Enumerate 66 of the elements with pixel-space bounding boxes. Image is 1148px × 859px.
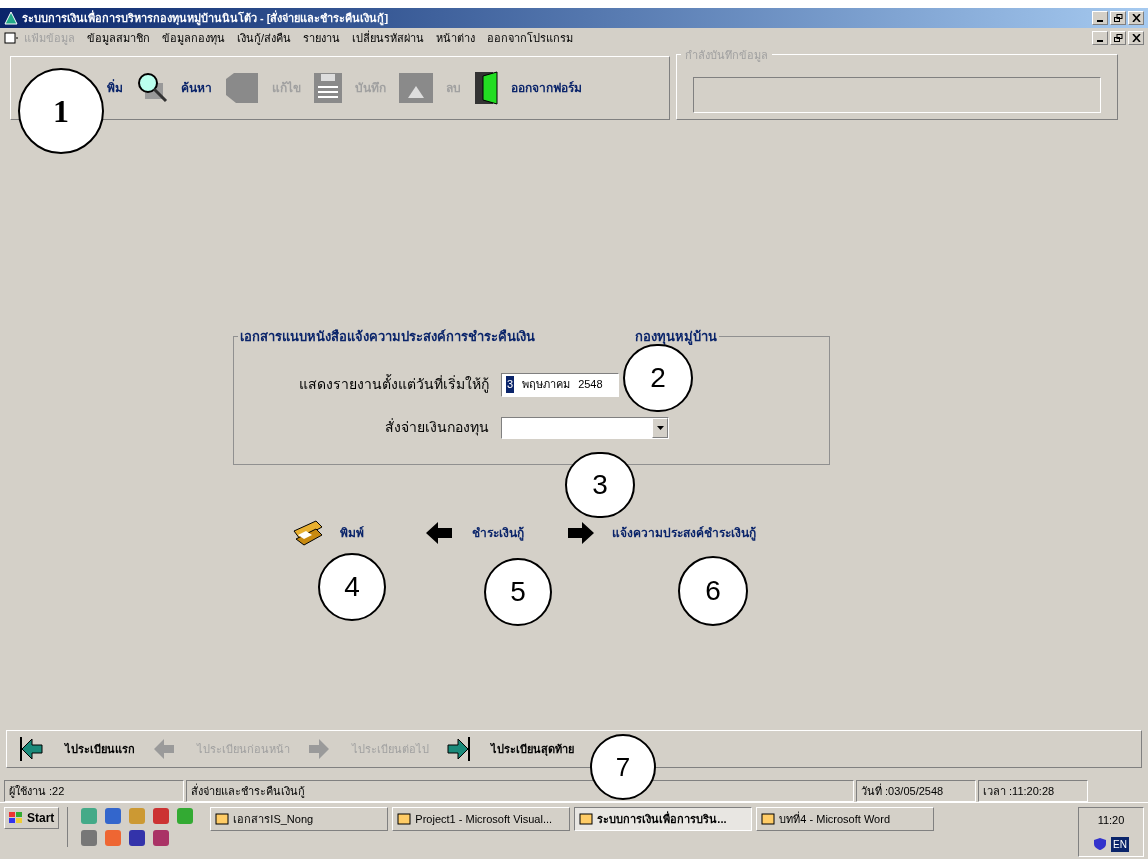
right-arrow-icon (306, 736, 332, 762)
taskbar-task[interactable]: เอกสารIS_Nong (210, 807, 389, 831)
status-cell: ผู้ใช้งาน :22 (4, 780, 184, 802)
restore-button[interactable] (1110, 31, 1126, 45)
menu-item[interactable]: ข้อมูลสมาชิก (81, 29, 156, 47)
door-icon (473, 70, 499, 106)
shield-icon (1093, 837, 1108, 852)
close-icon (1131, 14, 1141, 22)
quick-launch-icon[interactable] (152, 829, 171, 847)
day-value: 3 (506, 376, 515, 393)
magnifier-icon (135, 71, 169, 105)
field-label: แสดงรายงานตั้งแต่วันที่เริ่มให้กู้ (298, 374, 489, 395)
status-cell: สั่งจ่ายและชำระคืนเงินกู้ (186, 780, 854, 802)
menu-item[interactable]: ออกจากโปรแกรม (481, 29, 580, 47)
window-icon (579, 812, 594, 826)
fund-dropdown[interactable] (501, 416, 669, 439)
caret-icon (656, 425, 664, 430)
taskbar-task[interactable]: Project1 - Microsoft Visual... (392, 807, 571, 831)
quick-launch-icon[interactable] (80, 829, 99, 847)
dropdown-button[interactable] (652, 417, 668, 438)
restore-icon (1113, 14, 1123, 22)
menu-item[interactable]: หน้าต่าง (430, 29, 482, 47)
taskbar-task[interactable]: บทที่4 - Microsoft Word (756, 807, 935, 831)
right-arrow-icon (445, 736, 471, 762)
window-icon (397, 812, 412, 826)
quick-launch-icon[interactable] (128, 829, 147, 847)
taskbar-task[interactable]: ระบบการเงินเพื่อการบริน... (574, 807, 753, 831)
group-heading: กองทุนหมู่บ้าน (635, 328, 717, 347)
minimize-button[interactable] (1092, 31, 1108, 45)
toolbar-button[interactable]: ค้นหา (181, 79, 212, 97)
nav-button[interactable]: ไประเบียนแรก (65, 740, 135, 758)
menu-item[interactable]: รายงาน (297, 29, 347, 47)
menu-item[interactable]: เงินกู้/ส่งคืน (231, 29, 298, 47)
windows-logo-icon (9, 812, 23, 824)
action-link[interactable]: พิมพ์ (340, 524, 364, 542)
window-icon (215, 812, 230, 826)
group-heading: เอกสารแนบหนังสือแจ้งความประสงค์การชำระคืนเงิน (240, 328, 535, 346)
language-indicator[interactable]: EN (1111, 836, 1129, 852)
menu-item[interactable]: เปลี่ยนรหัสผ่าน (346, 29, 431, 47)
menu-item[interactable]: ข้อมูลกองทุน (156, 29, 231, 47)
form-icon (4, 32, 18, 44)
action-link[interactable]: ชำระเงินกู้ (472, 524, 524, 542)
restore-icon (1113, 34, 1123, 42)
quick-launch-icon[interactable] (152, 807, 171, 825)
action-link[interactable]: แจ้งความประสงค์ชำระเงินกู้ (612, 524, 756, 542)
app-icon (4, 11, 18, 25)
status-cell: วันที่ :03/05/2548 (856, 780, 976, 802)
start-button[interactable]: Start (4, 807, 60, 829)
close-button[interactable] (1128, 31, 1144, 45)
window-icon (761, 812, 776, 826)
field-label: สั่งจ่ายเงินกองทุน (384, 417, 489, 438)
status-cell: เวลา :11:20:28 (978, 780, 1088, 802)
restore-button[interactable] (1110, 11, 1126, 25)
year-value: 2548 (578, 377, 603, 393)
window-title: ระบบการเงินเพื่อการบริหารกองทุนหมู่บ้านนินโต้ว - [สั่งจ่ายและชำระคืนเงินกู้] (22, 9, 389, 27)
month-value: พฤษภาคม (522, 377, 571, 393)
quick-launch-icon[interactable] (104, 807, 123, 825)
toolbar-button[interactable]: พิ่ม (107, 79, 123, 97)
toolbar-button[interactable]: ออกจากฟอร์ม (511, 79, 582, 97)
nav-button[interactable]: ไประเบียนสุดท้าย (491, 740, 574, 758)
clock: 11:20 (1097, 813, 1125, 829)
minimize-button[interactable] (1092, 11, 1108, 25)
close-button[interactable] (1128, 11, 1144, 25)
left-arrow-icon (19, 736, 45, 762)
date-field[interactable]: 3 พฤษภาคม 2548 (501, 372, 619, 397)
close-icon (1131, 34, 1141, 42)
